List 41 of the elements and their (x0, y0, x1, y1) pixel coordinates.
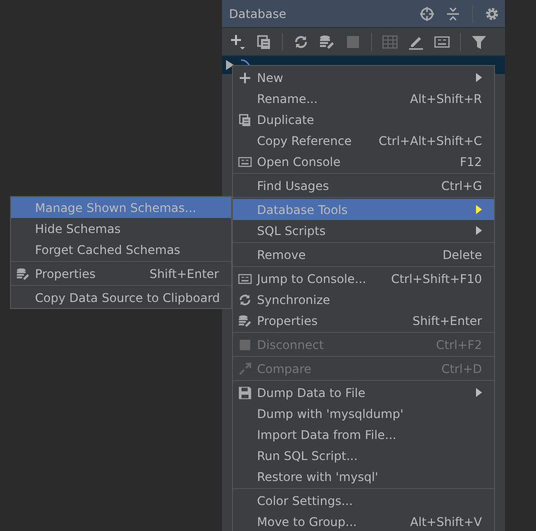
settings-icon[interactable] (485, 6, 499, 20)
menu-item[interactable]: Restore with 'mysql' (233, 466, 494, 487)
console-icon[interactable] (434, 34, 450, 50)
collapse-icon[interactable] (446, 6, 460, 20)
save-icon (238, 386, 252, 400)
menu-item[interactable]: Jump to Console... Ctrl+Shift+F10 (233, 268, 494, 289)
menu-item[interactable]: Hide Schemas (11, 218, 231, 239)
menu-item[interactable]: Rename... Alt+Shift+R (233, 88, 494, 109)
console-icon (238, 272, 252, 286)
menu-item[interactable]: Run SQL Script... (233, 445, 494, 466)
menu-item[interactable]: Dump with 'mysqldump' (233, 403, 494, 424)
menu-item[interactable]: Remove Delete (233, 244, 494, 265)
panel-title: Database (229, 6, 286, 20)
stop-icon (238, 338, 252, 352)
menu-item[interactable]: Move to Group... Alt+Shift+V (233, 511, 494, 531)
menu-item[interactable]: SQL Scripts (233, 220, 494, 241)
menu-item[interactable]: Copy Data Source to Clipboard (11, 287, 231, 308)
expand-arrow-icon[interactable] (226, 60, 234, 70)
menu-item[interactable]: Copy Reference Ctrl+Alt+Shift+C (233, 130, 494, 151)
add-icon[interactable] (230, 34, 246, 50)
refresh-icon[interactable] (293, 34, 309, 50)
menu-item[interactable]: Find Usages Ctrl+G (233, 175, 494, 196)
refresh-icon (238, 292, 252, 306)
copy-icon (238, 112, 252, 126)
menu-item[interactable]: Color Settings... (233, 490, 494, 511)
duplicate-icon[interactable] (256, 34, 272, 50)
crosshair-icon[interactable] (420, 6, 434, 20)
console-icon (238, 154, 252, 168)
menu-item[interactable]: Import Data from File... (233, 424, 494, 445)
filter-icon[interactable] (471, 34, 487, 50)
menu-item[interactable]: Dump Data to File (233, 382, 494, 403)
menu-item[interactable]: Duplicate (233, 109, 494, 130)
menu-item[interactable]: New (233, 67, 494, 88)
plus-icon (238, 70, 252, 84)
menu-item[interactable]: Synchronize (233, 289, 494, 310)
menu-item[interactable]: Properties Shift+Enter (11, 263, 231, 284)
compare-icon (238, 362, 252, 376)
menu-item[interactable]: Forget Cached Schemas (11, 239, 231, 260)
menu-item[interactable]: Open Console F12 (233, 151, 494, 172)
properties-icon[interactable] (319, 34, 335, 50)
menu-item[interactable]: Properties Shift+Enter (233, 310, 494, 331)
